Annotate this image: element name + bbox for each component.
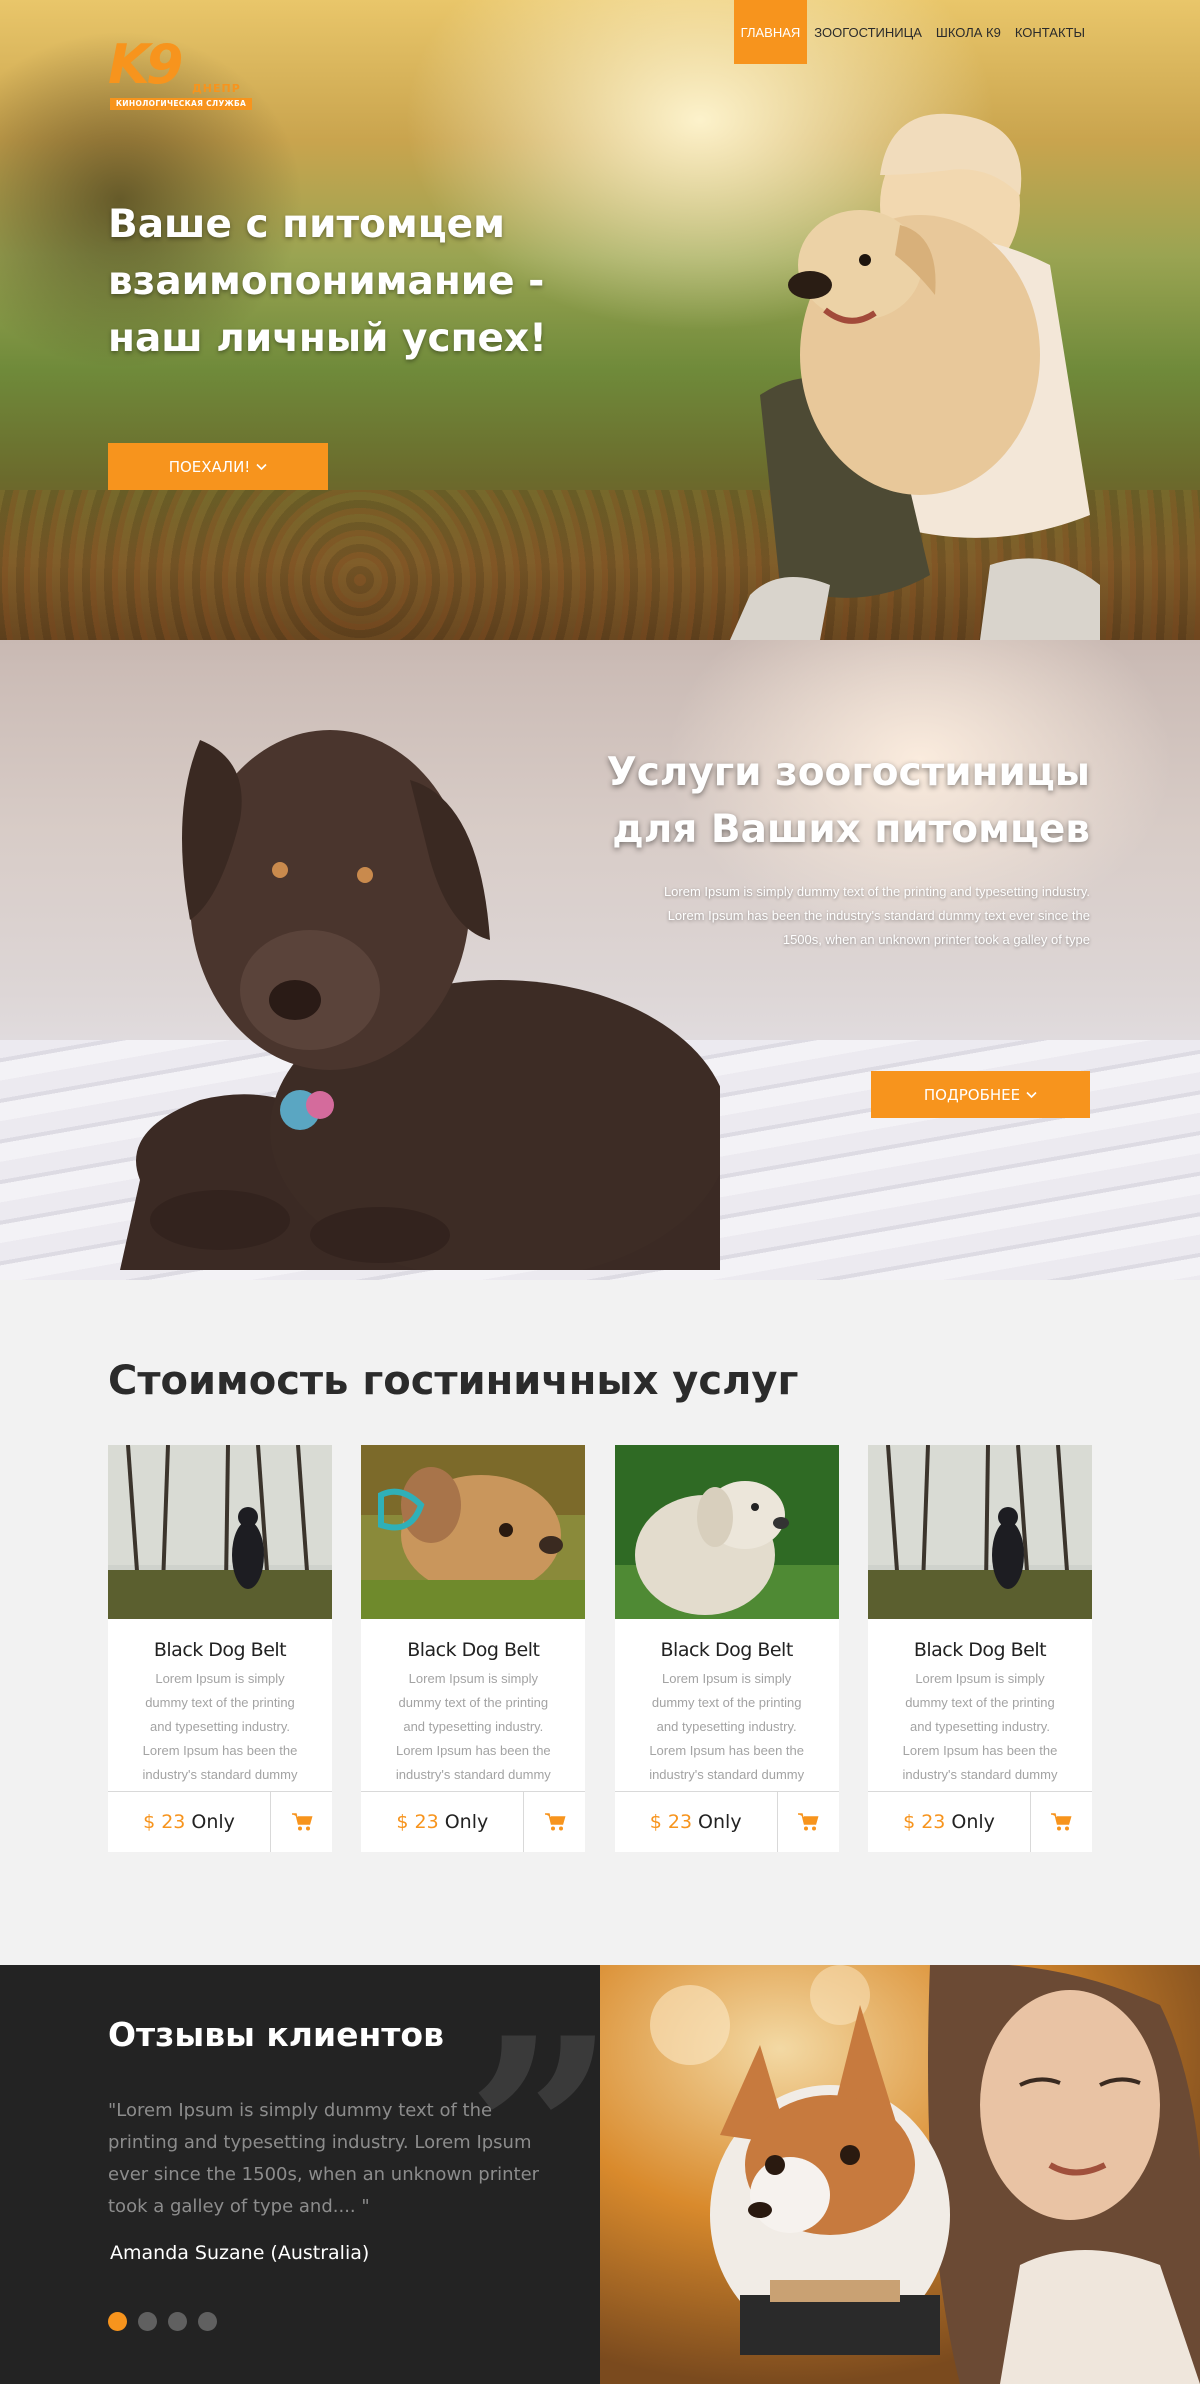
hero-title-line: Ваше с питомцем	[108, 202, 505, 247]
card-title: Black Dog Belt	[660, 1639, 794, 1661]
card-description: Lorem Ipsum is simply dummy text of the …	[649, 1671, 805, 1782]
hotel-title-line: Услуги зоогостиницы	[606, 750, 1090, 795]
card-price-suffix: Only	[191, 1811, 235, 1833]
nav-item-school[interactable]: ШКОЛА К9	[929, 0, 1008, 64]
card-photo-retriever-green	[614, 1445, 839, 1619]
add-to-cart-button[interactable]	[270, 1792, 332, 1852]
card-price-amount: $ 23	[903, 1811, 946, 1833]
cart-icon	[291, 1813, 312, 1831]
slider-dot[interactable]	[198, 2312, 217, 2331]
chevron-down-icon	[256, 463, 267, 470]
hero-title-line: взаимопонимание -	[108, 259, 545, 304]
price-cards: Black Dog Belt Lorem Ipsum is simply dum…	[108, 1445, 1092, 1852]
lets-go-button-label: ПОЕХАЛИ!	[168, 457, 251, 476]
card-photo-black-dog-forest	[108, 1445, 332, 1619]
price-card: Black Dog Belt Lorem Ipsum is simply dum…	[361, 1445, 586, 1852]
card-description: Lorem Ipsum is simply dummy text of the …	[395, 1671, 551, 1782]
review-slider-dots	[108, 2312, 217, 2331]
reviews-title: Отзывы клиентов	[108, 2015, 444, 2054]
reviews-content: Отзывы клиентов ” "Lorem Ipsum is simply…	[0, 1965, 616, 2384]
nav-item-home[interactable]: ГЛАВНАЯ	[733, 0, 808, 64]
prices-title: Стоимость гостиничных услуг	[108, 1358, 799, 1404]
card-description: Lorem Ipsum is simply dummy text of the …	[142, 1671, 298, 1782]
hero-title: Ваше с питомцем взаимопонимание - наш ли…	[108, 196, 578, 367]
price-card: Black Dog Belt Lorem Ipsum is simply dum…	[867, 1445, 1092, 1852]
logo-city: ДНЕПР	[192, 82, 241, 95]
hotel-title-line: для Ваших питомцев	[612, 807, 1090, 852]
card-photo-image	[614, 1445, 839, 1619]
card-photo-image	[108, 1445, 332, 1619]
hero-section: K9 ДНЕПР КИНОЛОГИЧЕСКАЯ СЛУЖБА ГЛАВНАЯ З…	[0, 0, 1200, 640]
more-button[interactable]: ПОДРОБНЕЕ	[871, 1071, 1090, 1118]
reviews-image-woman-with-chihuahua	[600, 1965, 1200, 2384]
card-price-amount: $ 23	[143, 1811, 186, 1833]
logo-mark: K9	[108, 33, 183, 96]
slider-dot[interactable]	[138, 2312, 157, 2331]
card-price: $ 23 Only	[108, 1792, 270, 1852]
review-author: Amanda Suzane (Australia)	[110, 2242, 370, 2264]
prices-section: Стоимость гостиничных услуг Black Dog Be…	[0, 1280, 1200, 1965]
card-price: $ 23 Only	[615, 1792, 777, 1852]
reviews-photo	[600, 1965, 1200, 2384]
card-title: Black Dog Belt	[153, 1639, 287, 1661]
main-nav: ГЛАВНАЯ ЗООГОСТИНИЦА ШКОЛА К9 КОНТАКТЫ	[733, 0, 1092, 64]
card-price-suffix: Only	[444, 1811, 489, 1833]
card-title: Black Dog Belt	[913, 1639, 1047, 1661]
hotel-title: Услуги зоогостиницы для Ваших питомцев	[530, 744, 1090, 858]
logo[interactable]: K9 ДНЕПР КИНОЛОГИЧЕСКАЯ СЛУЖБА	[108, 38, 253, 114]
slider-dot[interactable]	[168, 2312, 187, 2331]
price-card: Black Dog Belt Lorem Ipsum is simply dum…	[108, 1445, 332, 1852]
hotel-section: Услуги зоогостиницы для Ваших питомцев L…	[0, 640, 1200, 1280]
more-button-label: ПОДРОБНЕЕ	[923, 1085, 1021, 1104]
nav-item-pet-hotel[interactable]: ЗООГОСТИНИЦА	[807, 0, 929, 64]
logo-tagline: КИНОЛОГИЧЕСКАЯ СЛУЖБА	[110, 98, 252, 110]
card-footer: $ 23 Only	[867, 1791, 1092, 1852]
card-title: Black Dog Belt	[407, 1639, 540, 1661]
slider-dot[interactable]	[108, 2312, 127, 2331]
price-card: Black Dog Belt Lorem Ipsum is simply dum…	[614, 1445, 839, 1852]
add-to-cart-button[interactable]	[776, 1792, 839, 1852]
add-to-cart-button[interactable]	[523, 1792, 585, 1852]
reviews-section: Отзывы клиентов ” "Lorem Ipsum is simply…	[0, 1965, 1200, 2384]
card-photo-puppy-grass	[361, 1445, 586, 1619]
card-price-suffix: Only	[698, 1811, 742, 1833]
card-price-amount: $ 23	[396, 1811, 439, 1833]
card-price-amount: $ 23	[649, 1811, 693, 1833]
card-footer: $ 23 Only	[614, 1791, 839, 1852]
hotel-description: Lorem Ipsum is simply dummy text of the …	[663, 884, 1090, 947]
cart-icon	[798, 1813, 819, 1831]
lets-go-button[interactable]: ПОЕХАЛИ!	[108, 443, 328, 490]
chevron-down-icon	[1026, 1091, 1037, 1098]
cart-icon	[1051, 1813, 1072, 1831]
card-photo-image	[361, 1445, 586, 1619]
card-price: $ 23 Only	[361, 1792, 523, 1852]
card-footer: $ 23 Only	[361, 1791, 586, 1852]
review-quote: "Lorem Ipsum is simply dummy text of the…	[108, 2100, 540, 2217]
cart-icon	[544, 1813, 566, 1831]
nav-item-contacts[interactable]: КОНТАКТЫ	[1008, 0, 1092, 64]
card-footer: $ 23 Only	[108, 1791, 332, 1852]
card-price-suffix: Only	[951, 1811, 995, 1833]
card-photo-black-dog-forest	[867, 1445, 1092, 1619]
hero-image-woman-with-dog	[730, 113, 1100, 640]
card-price: $ 23 Only	[868, 1792, 1030, 1852]
card-description: Lorem Ipsum is simply dummy text of the …	[902, 1671, 1058, 1782]
add-to-cart-button[interactable]	[1029, 1792, 1092, 1852]
hero-title-line: наш личный успех!	[108, 316, 547, 361]
card-photo-image	[867, 1445, 1092, 1619]
